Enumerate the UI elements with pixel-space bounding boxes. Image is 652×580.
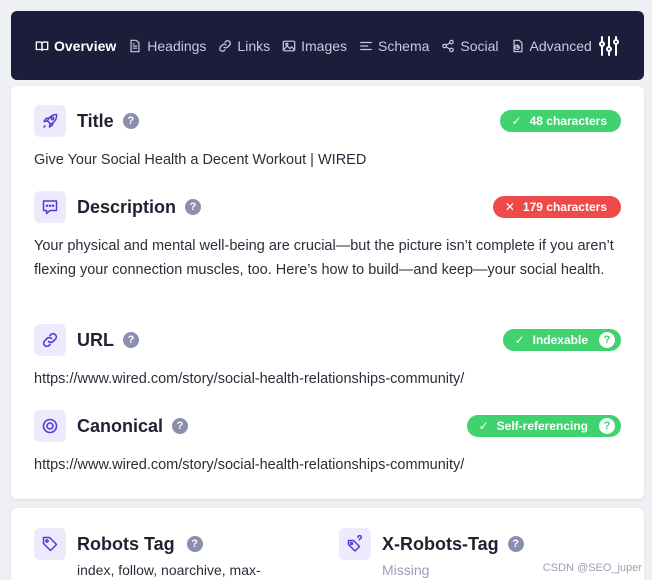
tab-overview[interactable]: Overview: [35, 38, 116, 54]
x-robots-tag-section: X-Robots-Tag ? Missing: [339, 528, 524, 578]
url-help-icon[interactable]: ?: [123, 332, 139, 348]
robots-tag-heading: Robots Tag: [77, 533, 175, 554]
title-section: Title ? ✓ 48 characters Give Your Social…: [34, 105, 621, 172]
tab-schema[interactable]: Schema: [359, 38, 429, 54]
description-icon-box: [34, 191, 66, 223]
x-icon: ✕: [504, 200, 515, 214]
tab-advanced-label: Advanced: [529, 37, 592, 54]
indexable-badge: ✓ Indexable ?: [502, 329, 621, 351]
tab-links[interactable]: Links: [218, 38, 270, 54]
x-robots-tag-header: X-Robots-Tag ?: [339, 528, 524, 560]
image-icon: [282, 40, 296, 51]
description-length-text: 179 characters: [522, 200, 607, 214]
tag-question-icon: [347, 535, 362, 552]
x-robots-tag-icon-box: [339, 528, 371, 560]
list-icon: [360, 41, 372, 50]
description-section: Description ? ✕ 179 characters Your phys…: [34, 191, 621, 282]
indexable-text: Indexable: [532, 333, 588, 347]
share-icon: [442, 39, 455, 52]
check-icon: ✓: [511, 114, 522, 128]
canonical-header: Canonical ? ✓ Self-referencing ?: [34, 410, 621, 442]
title-value: Give Your Social Health a Decent Workout…: [34, 152, 367, 168]
title-length-text: 48 characters: [529, 114, 607, 128]
url-header: URL ? ✓ Indexable ?: [34, 324, 621, 356]
url-icon-box: [34, 324, 66, 356]
title-header: Title ? ✓ 48 characters: [34, 105, 621, 137]
tab-headings-label: Headings: [147, 37, 207, 54]
target-icon: [42, 418, 58, 434]
url-section: URL ? ✓ Indexable ? https://www.wired.co…: [34, 324, 621, 391]
document-chart-icon: [512, 39, 523, 52]
description-heading: Description: [77, 196, 177, 217]
book-open-icon: [35, 40, 49, 51]
robots-tag-help-icon[interactable]: ?: [186, 536, 203, 552]
robots-tag-header: Robots Tag ?: [34, 528, 203, 560]
description-help-icon[interactable]: ?: [185, 199, 202, 215]
indexable-help-icon[interactable]: ?: [599, 332, 615, 348]
title-heading: Title: [77, 110, 114, 131]
canonical-heading: Canonical: [77, 415, 164, 436]
description-value: Your physical and mental well-being are …: [34, 238, 614, 278]
seo-extension-panel: Overview Headings Links Images Schema So…: [0, 0, 652, 580]
check-icon: ✓: [478, 419, 489, 433]
top-navigation: Overview Headings Links Images Schema So…: [11, 11, 644, 80]
canonical-value: https://www.wired.com/story/social-healt…: [34, 457, 465, 473]
robots-tag-icon-box: [34, 528, 66, 560]
canonical-help-icon[interactable]: ?: [172, 418, 189, 434]
tab-social-label: Social: [460, 37, 499, 54]
sliders-icon[interactable]: [598, 35, 620, 57]
tag-icon: [42, 536, 58, 552]
tab-overview-label: Overview: [54, 37, 117, 54]
overview-card: Title ? ✓ 48 characters Give Your Social…: [11, 86, 644, 499]
title-help-icon[interactable]: ?: [122, 113, 139, 129]
tab-schema-label: Schema: [378, 37, 430, 54]
title-icon-box: [34, 105, 66, 137]
x-robots-tag-help-icon[interactable]: ?: [507, 536, 524, 552]
url-value: https://www.wired.com/story/social-healt…: [34, 371, 465, 387]
canonical-icon-box: [34, 410, 66, 442]
x-robots-tag-heading: X-Robots-Tag: [382, 533, 499, 554]
document-icon: [130, 39, 140, 52]
tab-advanced[interactable]: Advanced: [511, 38, 592, 54]
check-icon: ✓: [514, 333, 525, 347]
description-header: Description ? ✕ 179 characters: [34, 191, 621, 223]
description-length-badge: ✕ 179 characters: [492, 196, 621, 218]
tab-social[interactable]: Social: [441, 37, 499, 54]
chat-bubble-icon: [42, 200, 58, 215]
url-heading: URL: [77, 329, 114, 350]
link-icon: [219, 39, 232, 52]
title-length-badge: ✓ 48 characters: [499, 110, 621, 132]
tab-headings[interactable]: Headings: [128, 38, 206, 54]
robots-tag-section: Robots Tag ? index, follow, noarchive, m…: [34, 528, 261, 578]
tab-images-label: Images: [301, 37, 348, 54]
robots-tag-value: index, follow, noarchive, max-: [77, 562, 261, 578]
tab-images[interactable]: Images: [282, 38, 347, 54]
tab-links-label: Links: [237, 37, 271, 54]
x-robots-tag-value: Missing: [382, 562, 430, 578]
rocket-icon: [42, 113, 58, 129]
self-referencing-text: Self-referencing: [496, 419, 588, 433]
link-icon: [42, 332, 58, 348]
canonical-section: Canonical ? ✓ Self-referencing ? https:/…: [34, 410, 621, 477]
self-referencing-help-icon[interactable]: ?: [599, 418, 615, 434]
self-referencing-badge: ✓ Self-referencing ?: [466, 415, 621, 437]
watermark: CSDN @SEO_juper: [542, 562, 642, 574]
